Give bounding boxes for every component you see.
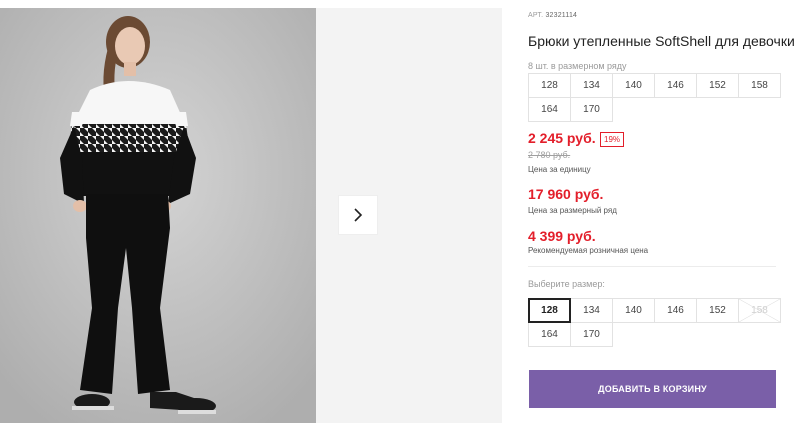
old-price: 2 780 руб. xyxy=(528,150,571,160)
pack-size-cell: 146 xyxy=(654,73,697,98)
rrp-price-caption: Рекомендуемая розничная цена xyxy=(528,246,649,255)
rrp-price: 4 399 руб. xyxy=(528,228,596,244)
sku-label: АРТ. xyxy=(528,12,544,19)
product-gallery xyxy=(0,0,502,427)
size-option[interactable]: 146 xyxy=(654,298,697,323)
size-option[interactable]: 170 xyxy=(570,322,613,347)
pack-label: 8 шт. в размерном ряду xyxy=(528,61,627,71)
product-photo-illustration xyxy=(0,8,316,423)
divider xyxy=(528,266,776,267)
size-option[interactable]: 152 xyxy=(696,298,739,323)
next-image-button[interactable] xyxy=(339,196,377,234)
pack-size-cell: 158 xyxy=(738,73,781,98)
add-to-cart-button[interactable]: ДОБАВИТЬ В КОРЗИНУ xyxy=(529,370,776,408)
pack-size-cell: 128 xyxy=(528,73,571,98)
pack-size-cell: 152 xyxy=(696,73,739,98)
size-option-unavailable: 158 xyxy=(738,298,781,323)
size-selector: 128 134 140 146 152 158 164 170 xyxy=(528,298,781,347)
pack-size-cell: 134 xyxy=(570,73,613,98)
pack-price: 17 960 руб. xyxy=(528,186,604,202)
product-photo[interactable] xyxy=(0,8,316,423)
sku-value: 32321114 xyxy=(545,12,578,19)
size-select-label: Выберите размер: xyxy=(528,279,605,289)
discount-badge: 19% xyxy=(600,132,625,147)
product-sku: АРТ. 32321114 xyxy=(528,12,577,19)
size-option[interactable]: 128 xyxy=(528,298,571,323)
pack-size-grid: 128 134 140 146 152 158 164 170 xyxy=(528,73,781,122)
unit-price-caption: Цена за единицу xyxy=(528,165,591,174)
product-title: Брюки утепленные SoftShell для девочки xyxy=(528,33,795,49)
pack-price-caption: Цена за размерный ряд xyxy=(528,206,617,215)
size-option[interactable]: 164 xyxy=(528,322,571,347)
unit-price: 2 245 руб. xyxy=(528,130,596,146)
size-option[interactable]: 140 xyxy=(612,298,655,323)
chevron-right-icon xyxy=(354,208,363,222)
pack-size-cell: 170 xyxy=(570,97,613,122)
pack-size-cell: 164 xyxy=(528,97,571,122)
pack-size-cell: 140 xyxy=(612,73,655,98)
size-option[interactable]: 134 xyxy=(570,298,613,323)
